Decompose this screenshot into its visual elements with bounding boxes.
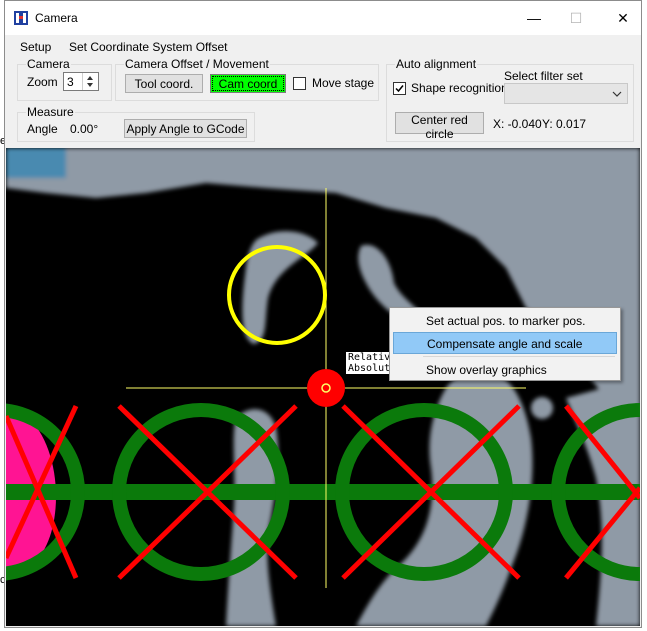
title-bar[interactable]: Camera — ☐ ✕ [5,1,641,35]
menu-item-label: Compensate angle and scale [427,337,583,351]
green-trace [6,484,640,500]
maximize-button[interactable]: ☐ [562,7,590,29]
zoom-stepper[interactable] [63,72,99,91]
x-readout: X: -0.040 [493,117,542,131]
relative-label: Relativ [348,352,391,363]
camera-view[interactable] [6,148,640,626]
context-menu: Set actual pos. to marker pos. Compensat… [389,307,621,381]
menu-set-coordinate-offset[interactable]: Set Coordinate System Offset [69,40,228,54]
tool-coord-button[interactable]: Tool coord. [125,74,203,93]
spin-arrows-icon [87,76,93,87]
angle-value: 0.00° [70,122,99,136]
filter-set-select[interactable] [504,83,628,104]
menu-item-label: Set actual pos. to marker pos. [426,314,586,328]
camera-group: Camera Zoom [17,58,112,101]
close-button[interactable]: ✕ [609,7,637,29]
menu-compensate-angle-scale[interactable]: Compensate angle and scale [393,332,617,354]
auto-alignment-legend: Auto alignment [395,57,478,71]
y-readout: Y: 0.017 [542,117,587,131]
camera-group-legend: Camera [26,57,71,71]
minimize-button[interactable]: — [520,7,548,29]
auto-alignment-group: Auto alignment Shape recognition Select … [386,58,634,142]
angle-label: Angle [27,122,58,136]
filter-set-label: Select filter set [504,69,583,83]
window-title: Camera [35,11,78,25]
checkmark-icon [395,85,404,93]
menu-separator [423,356,615,357]
center-red-circle-button[interactable]: Center red circle [395,112,484,141]
menu-show-overlay-graphics[interactable]: Show overlay graphics [393,359,617,381]
menu-setup[interactable]: Setup [20,40,51,54]
menu-item-label: Show overlay graphics [426,363,547,377]
red-target-circle [307,369,345,407]
chevron-down-icon [612,91,622,97]
zoom-stepper-arrows[interactable] [82,73,98,90]
measure-group-legend: Measure [26,105,75,119]
move-stage-label: Move stage [312,76,375,90]
camera-app-icon [14,11,28,25]
move-stage-checkbox[interactable] [293,77,306,90]
camera-offset-group: Camera Offset / Movement Tool coord. Cam… [115,58,379,101]
shape-recognition-label: Shape recognition [411,81,508,95]
cam-coord-button[interactable]: Cam coord [210,74,286,93]
menu-bar: Setup Set Coordinate System Offset [5,36,641,58]
zoom-label: Zoom [27,75,58,89]
measure-group: Measure Angle 0.00° Apply Angle to GCode [17,106,255,142]
apply-angle-button[interactable]: Apply Angle to GCode [124,119,247,138]
shape-recognition-checkbox[interactable] [393,82,406,95]
camera-image[interactable] [6,148,640,626]
menu-set-actual-pos[interactable]: Set actual pos. to marker pos. [393,310,617,332]
absolute-label: Absolut [348,363,391,374]
camera-offset-legend: Camera Offset / Movement [124,57,270,71]
